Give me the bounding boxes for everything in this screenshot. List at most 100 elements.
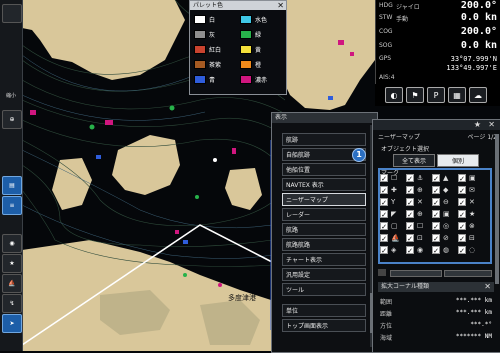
mark-symbol-icon: ✕ [417,198,423,206]
layers-icon[interactable]: ▦ [448,87,466,103]
route-plan-icon[interactable]: ⚑ [406,87,424,103]
mark-symbol-icon: ⊗ [469,222,475,230]
setting-row[interactable]: 方位 ***.*° [380,321,492,330]
mark-checkbox[interactable]: ✓ [406,222,414,231]
display-button[interactable]: ▤ [2,176,22,195]
palette-color-option[interactable]: 白 [194,14,238,24]
palette-color-option[interactable]: 橙 [240,59,284,69]
menu-item[interactable]: NAVTEX 表示 [282,178,366,191]
favorite-icon[interactable]: ★ [474,120,481,129]
mark-checkbox[interactable]: ✓ [380,234,388,243]
palette-color-option[interactable]: 緑 [240,29,284,39]
zoom-out-label: 縮小 [5,93,16,99]
cloud-icon[interactable]: ☁ [469,87,487,103]
color-label: 青 [209,76,216,84]
tab-show-all[interactable]: 全て表示 [393,154,435,167]
mark-symbol-icon: ⊕ [417,186,423,194]
callout-badge: 1 [352,148,366,162]
close-icon[interactable]: ✕ [484,282,491,292]
menu-item[interactable]: レーダー [282,208,366,221]
close-icon[interactable]: ✕ [488,120,495,129]
mark-checkbox[interactable]: ✓ [380,186,388,195]
color-label: 橙 [255,61,262,69]
mark-checkbox[interactable]: ✓ [380,246,388,255]
mark-checkbox[interactable]: ✓ [380,210,388,219]
mark-checkbox[interactable]: ✓ [380,222,388,231]
star-icon[interactable]: ★ [2,254,22,273]
color-swatch[interactable] [378,269,386,276]
mark-checkbox[interactable]: ✓ [458,174,466,183]
color-swatch [240,14,252,24]
camera-icon[interactable]: ◉ [2,234,22,253]
mark-checkbox[interactable]: ✓ [380,198,388,207]
mark-checkbox[interactable]: ✓ [432,210,440,219]
mark-checkbox[interactable]: ✓ [458,186,466,195]
panel-scrollbar[interactable] [495,134,499,284]
mark-checkbox[interactable]: ✓ [458,222,466,231]
left-toolbar: 縮小 ⊕ ▤ ≡ ◉ ★ ⛵ ↯ ➤ [0,0,23,351]
menu-item[interactable]: ニーザーマップ [282,193,366,206]
menu-item[interactable]: 汎用設定 [282,268,366,281]
color-swatch [194,14,206,24]
mark-symbol-icon: ⊖ [443,198,449,206]
mark-checkbox[interactable]: ✓ [406,210,414,219]
setting-row[interactable]: 海域 ******* NM [380,333,492,342]
lon-value: 133°49.997'E [446,64,497,72]
mark-symbol-icon: ◆ [443,186,449,194]
mark-checkbox[interactable]: ✓ [406,174,414,183]
mark-checkbox[interactable]: ✓ [406,246,414,255]
menu-item[interactable]: ツール [282,283,366,296]
color-slider-a[interactable] [390,270,442,277]
palette-color-option[interactable]: 水色 [240,14,284,24]
close-icon[interactable]: ✕ [277,1,284,10]
mark-checkbox[interactable]: ✓ [406,198,414,207]
mark-symbol-icon: ⊘ [443,234,449,242]
mark-symbol-icon: ▣ [469,174,476,182]
setting-label: 方位 [380,323,393,330]
stw-value: 0.0 kn [460,12,497,23]
parking-icon[interactable]: P [427,87,445,103]
color-slider-b[interactable] [444,270,492,277]
menu-item[interactable]: 航跡 [282,133,366,146]
palette-color-option[interactable]: 茶紫 [194,59,238,69]
panel-topbar: ★ ✕ [373,120,500,130]
mark-checkbox[interactable]: ✓ [432,174,440,183]
menu-item[interactable]: チャート表示 [282,253,366,266]
mark-checkbox[interactable]: ✓ [458,210,466,219]
menu-item[interactable]: 航路航路 [282,238,366,251]
menu-item[interactable]: トップ画面表示 [282,319,366,332]
setting-row[interactable]: 距離 ***.*** km [380,309,492,318]
mark-checkbox[interactable]: ✓ [458,246,466,255]
route-icon[interactable]: ↯ [2,294,22,313]
mark-checkbox[interactable]: ✓ [406,186,414,195]
object-label: オブジェクト選択 [381,146,430,153]
menu-item[interactable]: 航路 [282,223,366,236]
ship-icon[interactable]: ⛵ [2,274,22,293]
palette-color-option[interactable]: 濃赤 [240,74,284,84]
menu-button[interactable]: ≡ [2,196,22,215]
compass-icon[interactable]: ◐ [385,87,403,103]
mark-checkbox[interactable]: ✓ [458,234,466,243]
cursor-icon[interactable]: ➤ [2,314,22,333]
palette-color-option[interactable]: 青 [194,74,238,84]
mark-checkbox[interactable]: ✓ [432,246,440,255]
palette-color-option[interactable]: 灰 [194,29,238,39]
color-label: 緑 [255,31,262,39]
mark-checkbox[interactable]: ✓ [432,234,440,243]
menu-item[interactable]: 単位 [282,304,366,317]
mark-checkbox[interactable]: ✓ [406,234,414,243]
mark-checkbox[interactable]: ✓ [432,222,440,231]
color-swatch [240,44,252,54]
menu-item[interactable]: 他船位置 [282,163,366,176]
zoom-icon[interactable]: ⊕ [2,110,22,129]
palette-color-option[interactable]: 黄 [240,44,284,54]
mark-checkbox[interactable]: ✓ [458,198,466,207]
color-row [378,268,492,277]
setting-row[interactable]: 範囲 ***.*** km [380,297,492,306]
palette-color-option[interactable]: 紅白 [194,44,238,54]
tab-individual[interactable]: 個別 [437,154,479,167]
mark-checkbox[interactable]: ✓ [432,198,440,207]
mark-checkbox[interactable]: ✓ [380,174,388,183]
mark-checkbox[interactable]: ✓ [432,186,440,195]
scale-slider[interactable] [2,4,22,23]
